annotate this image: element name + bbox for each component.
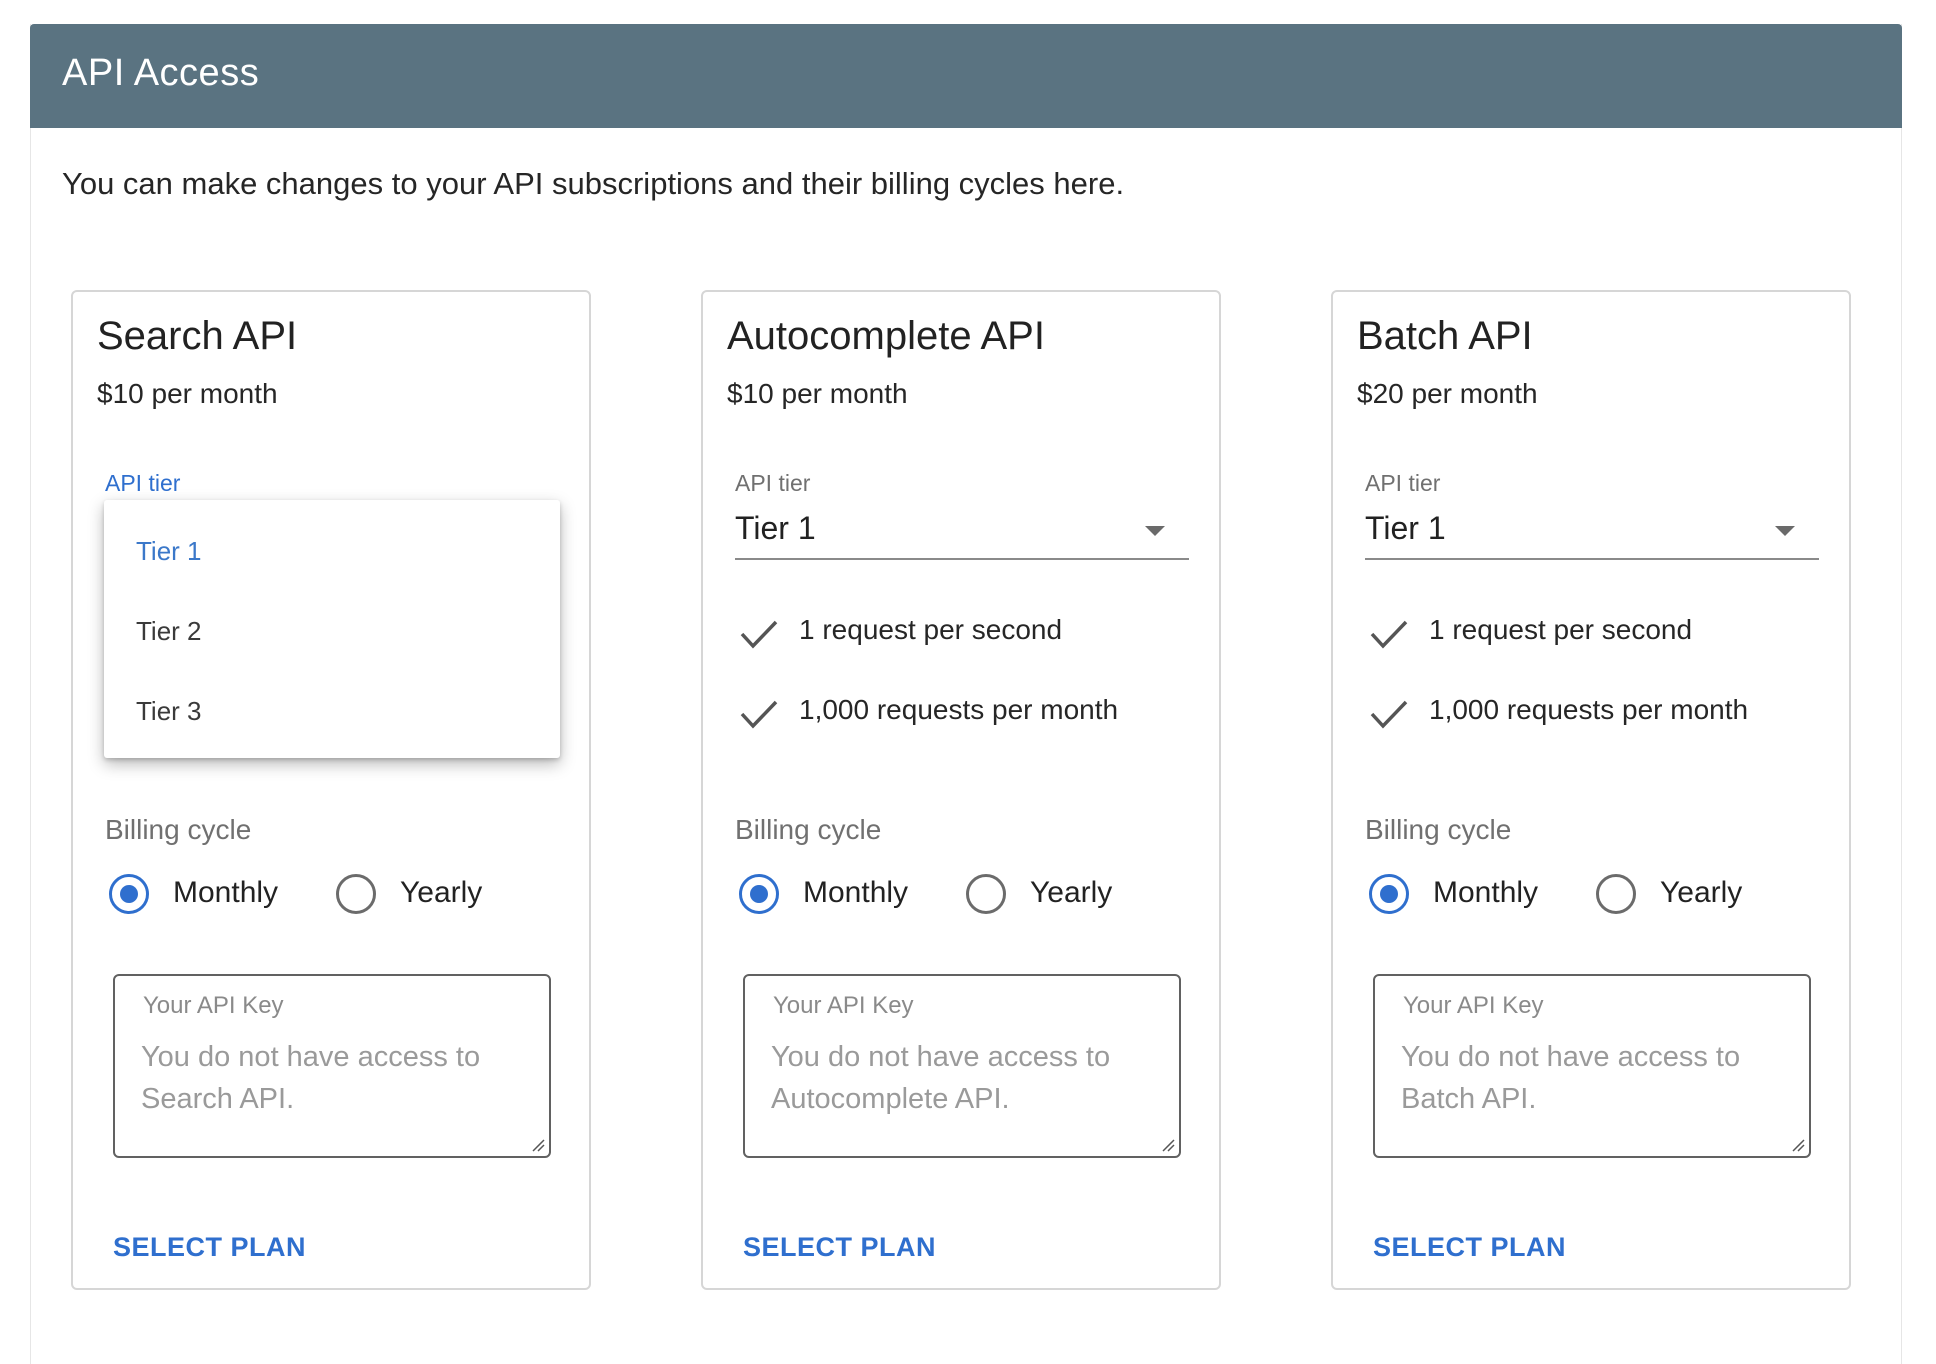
select-plan-button[interactable]: SELECT PLAN [743,1232,936,1263]
panel-header: API Access [30,24,1902,128]
chevron-down-icon [1775,526,1795,536]
radio-unchecked-icon[interactable] [336,874,376,914]
api-key-field[interactable]: Your API Key You do not have access to S… [113,974,551,1158]
dropdown-option-tier-1[interactable]: Tier 1 [136,536,202,567]
card-price: $10 per month [97,378,278,409]
api-key-text: You do not have access to Batch API. [1401,1041,1741,1115]
radio-unchecked-icon[interactable] [1596,874,1636,914]
billing-yearly-label: Yearly [400,876,483,909]
billing-yearly-option[interactable]: Yearly [1596,872,1766,918]
billing-yearly-label: Yearly [1030,876,1113,909]
api-key-label: Your API Key [143,992,284,1019]
select-plan-button[interactable]: SELECT PLAN [113,1232,306,1263]
page-title: API Access [62,52,260,94]
feature-text: 1,000 requests per month [1429,694,1749,725]
intro-text: You can make changes to your API subscri… [62,166,1125,201]
resize-handle-icon[interactable] [1161,1138,1175,1152]
radio-checked-icon[interactable] [739,874,779,914]
billing-monthly-option[interactable]: Monthly [1369,872,1549,918]
resize-handle-icon[interactable] [1791,1138,1805,1152]
dropdown-option-tier-2[interactable]: Tier 2 [136,616,202,647]
billing-yearly-option[interactable]: Yearly [336,872,506,918]
radio-checked-icon[interactable] [109,874,149,914]
feature-text: 1,000 requests per month [799,694,1119,725]
billing-cycle-label: Billing cycle [1365,814,1512,845]
check-icon [1370,700,1408,729]
api-tier-select[interactable]: Tier 1 [735,504,1189,560]
radio-checked-icon[interactable] [1369,874,1409,914]
tier-select-value: Tier 1 [735,510,816,546]
select-plan-button[interactable]: SELECT PLAN [1373,1232,1566,1263]
billing-yearly-label: Yearly [1660,876,1743,909]
feature-text: 1 request per second [799,614,1063,645]
api-tier-select[interactable]: Tier 1 [1365,504,1819,560]
tier-select-value: Tier 1 [1365,510,1446,546]
card-title: Search API [97,314,298,358]
billing-cycle-label: Billing cycle [735,814,882,845]
check-icon [740,620,778,649]
billing-cycle-label: Billing cycle [105,814,252,845]
api-key-text: You do not have access to Search API. [141,1041,481,1115]
plan-card-autocomplete: Autocomplete API $10 per month API tier … [701,290,1221,1290]
card-title: Batch API [1357,314,1533,358]
api-key-label: Your API Key [773,992,914,1019]
card-title: Autocomplete API [727,314,1045,358]
dropdown-option-tier-3[interactable]: Tier 3 [136,696,202,727]
resize-handle-icon[interactable] [531,1138,545,1152]
api-key-field[interactable]: Your API Key You do not have access to B… [1373,974,1811,1158]
billing-monthly-label: Monthly [803,876,909,909]
check-icon [740,700,778,729]
plan-card-search: Search API $10 per month API tier Billin… [71,290,591,1290]
card-price: $20 per month [1357,378,1538,409]
tier-dropdown-menu: Tier 1 Tier 2 Tier 3 [104,500,560,758]
billing-monthly-option[interactable]: Monthly [109,872,289,918]
plan-card-batch: Batch API $20 per month API tier Tier 1 … [1331,290,1851,1290]
billing-monthly-option[interactable]: Monthly [739,872,919,918]
billing-yearly-option[interactable]: Yearly [966,872,1136,918]
billing-monthly-label: Monthly [173,876,279,909]
api-key-text: You do not have access to Autocomplete A… [771,1041,1111,1115]
chevron-down-icon [1145,526,1165,536]
api-tier-label: API tier [1365,470,1441,496]
api-tier-label: API tier [735,470,811,496]
radio-unchecked-icon[interactable] [966,874,1006,914]
api-key-label: Your API Key [1403,992,1544,1019]
check-icon [1370,620,1408,649]
billing-monthly-label: Monthly [1433,876,1539,909]
api-tier-label: API tier [105,470,181,496]
card-price: $10 per month [727,378,908,409]
api-key-field[interactable]: Your API Key You do not have access to A… [743,974,1181,1158]
feature-text: 1 request per second [1429,614,1693,645]
